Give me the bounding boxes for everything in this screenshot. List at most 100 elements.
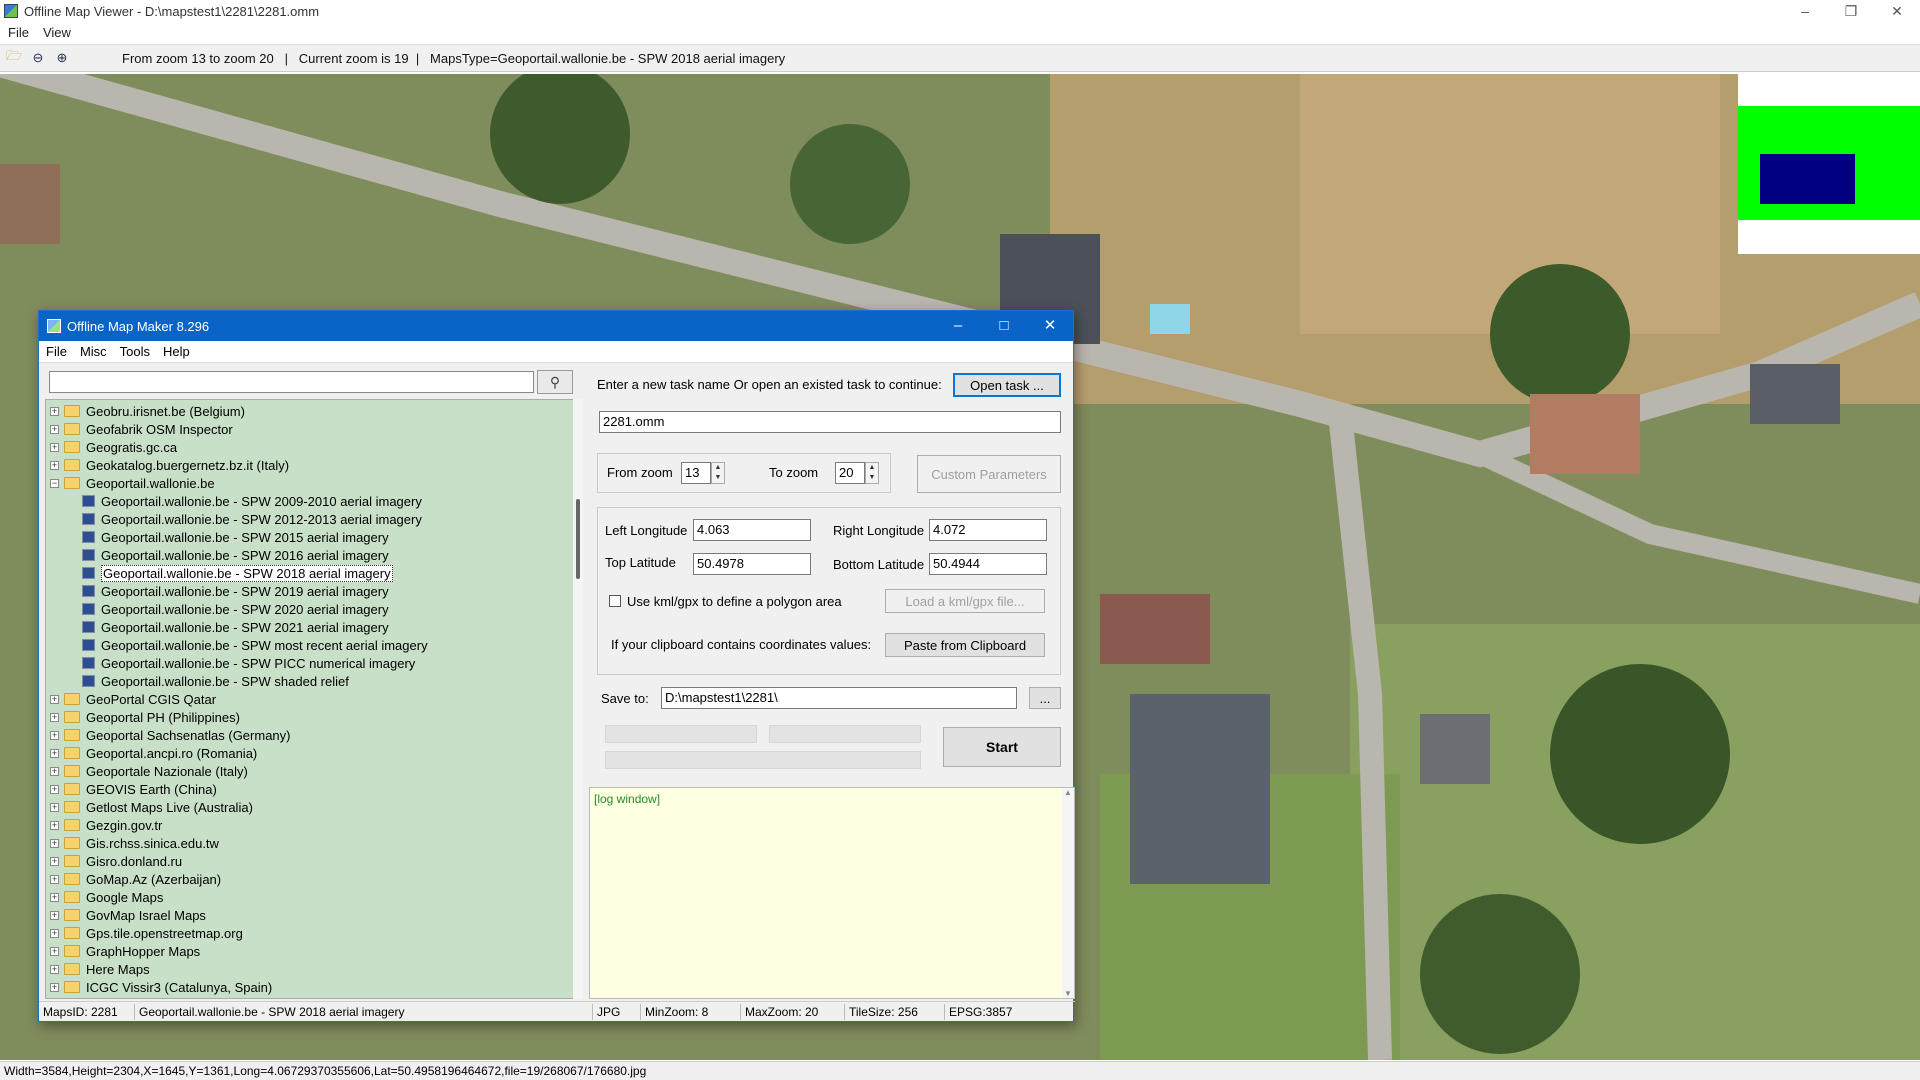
dialog-menu-file[interactable]: File xyxy=(46,344,67,359)
tree-item[interactable]: + Geokatalog.buergernetz.bz.it (Italy) xyxy=(50,456,289,474)
expand-icon[interactable]: + xyxy=(50,928,59,938)
expand-icon[interactable]: + xyxy=(50,892,59,902)
expand-icon[interactable]: + xyxy=(50,910,59,920)
status-min-zoom: MinZoom: 8 xyxy=(641,1003,741,1020)
browse-button[interactable]: ... xyxy=(1029,687,1061,709)
map-layer-icon xyxy=(82,675,95,687)
dialog-menu-tools[interactable]: Tools xyxy=(120,344,150,359)
tree-item[interactable]: + Geobru.irisnet.be (Belgium) xyxy=(50,402,245,420)
load-kml-button[interactable]: Load a kml/gpx file... xyxy=(885,589,1045,613)
dialog-menu-misc[interactable]: Misc xyxy=(80,344,107,359)
tree-item[interactable]: + Geoportal PH (Philippines) xyxy=(50,708,240,726)
close-icon[interactable]: ✕ xyxy=(1874,0,1920,22)
tree-item[interactable]: Geoportail.wallonie.be - SPW 2016 aerial… xyxy=(82,546,389,564)
tree-item[interactable]: + Getlost Maps Live (Australia) xyxy=(50,798,253,816)
tree-item[interactable]: + GEOVIS Earth (China) xyxy=(50,780,217,798)
zoom-out-icon[interactable]: ⊖ xyxy=(28,48,48,68)
tree-item[interactable]: + ICGC Vissir3 (Catalunya, Spain) xyxy=(50,978,272,996)
tree-item[interactable]: Geoportail.wallonie.be - SPW 2012-2013 a… xyxy=(82,510,422,528)
tree-item[interactable]: Geoportail.wallonie.be - SPW 2015 aerial… xyxy=(82,528,389,546)
zoom-in-icon[interactable]: ⊕ xyxy=(52,48,72,68)
kml-checkbox[interactable] xyxy=(609,595,621,607)
tree-item[interactable]: + Geoportal Sachsenatlas (Germany) xyxy=(50,726,290,744)
minimize-icon[interactable]: – xyxy=(1782,0,1828,22)
left-longitude-input[interactable]: 4.063 xyxy=(693,519,811,541)
search-icon[interactable]: ⚲ xyxy=(537,370,573,394)
expand-icon[interactable]: + xyxy=(50,748,59,758)
tree-scroll-thumb[interactable] xyxy=(576,499,580,579)
tree-item[interactable]: Geoportail.wallonie.be - SPW 2021 aerial… xyxy=(82,618,389,636)
dialog-close-icon[interactable]: ✕ xyxy=(1027,311,1073,341)
from-zoom-spinner[interactable]: ▲ ▼ xyxy=(711,462,725,484)
start-button[interactable]: Start xyxy=(943,727,1061,767)
tree-item[interactable]: + Gezgin.gov.tr xyxy=(50,816,162,834)
expand-icon[interactable]: + xyxy=(50,856,59,866)
to-zoom-input[interactable]: 20 xyxy=(835,462,865,484)
tree-item[interactable]: Geoportail.wallonie.be - SPW most recent… xyxy=(82,636,428,654)
menu-view[interactable]: View xyxy=(43,25,71,40)
dialog-minimize-icon[interactable]: – xyxy=(935,311,981,341)
dialog-maximize-icon[interactable]: □ xyxy=(981,311,1027,341)
tree-item[interactable]: Geoportail.wallonie.be - SPW 2019 aerial… xyxy=(82,582,389,600)
restore-icon[interactable]: ❐ xyxy=(1828,0,1874,22)
expand-icon[interactable]: + xyxy=(50,442,59,452)
to-zoom-spinner[interactable]: ▲ ▼ xyxy=(865,462,879,484)
folder-icon xyxy=(64,909,80,921)
tree-item[interactable]: Geoportail.wallonie.be - SPW PICC numeri… xyxy=(82,654,415,672)
expand-icon[interactable]: + xyxy=(50,946,59,956)
tree-item[interactable]: − Geoportail.wallonie.be xyxy=(50,474,215,492)
tree-item[interactable]: Geoportail.wallonie.be - SPW 2018 aerial… xyxy=(82,564,393,582)
overview-minimap[interactable] xyxy=(1738,74,1920,254)
custom-parameters-button[interactable]: Custom Parameters xyxy=(917,455,1061,493)
expand-icon[interactable]: + xyxy=(50,424,59,434)
expand-icon[interactable]: + xyxy=(50,766,59,776)
right-longitude-input[interactable]: 4.072 xyxy=(929,519,1047,541)
search-input[interactable] xyxy=(49,371,534,393)
save-to-input[interactable]: D:\mapstest1\2281\ xyxy=(661,687,1017,709)
tree-item[interactable]: + Geoportale Nazionale (Italy) xyxy=(50,762,248,780)
from-zoom-input[interactable]: 13 xyxy=(681,462,711,484)
tree-item[interactable]: + GeoPortal CGIS Qatar xyxy=(50,690,216,708)
expand-icon[interactable]: + xyxy=(50,730,59,740)
tree-item[interactable]: + Gis.rchss.sinica.edu.tw xyxy=(50,834,219,852)
tree-item[interactable]: Geoportail.wallonie.be - SPW 2020 aerial… xyxy=(82,600,389,618)
expand-icon[interactable]: + xyxy=(50,820,59,830)
tree-item[interactable]: + Gisro.donland.ru xyxy=(50,852,182,870)
bottom-latitude-input[interactable]: 50.4944 xyxy=(929,553,1047,575)
expand-icon[interactable]: + xyxy=(50,838,59,848)
task-name-input[interactable]: 2281.omm xyxy=(599,411,1061,433)
top-latitude-input[interactable]: 50.4978 xyxy=(693,553,811,575)
collapse-icon[interactable]: − xyxy=(50,478,59,488)
expand-icon[interactable]: + xyxy=(50,712,59,722)
open-task-button[interactable]: Open task ... xyxy=(953,373,1061,397)
overview-viewport[interactable] xyxy=(1760,154,1855,204)
expand-icon[interactable]: + xyxy=(50,802,59,812)
tree-item[interactable]: + Google Maps xyxy=(50,888,163,906)
tree-item[interactable]: + Here Maps xyxy=(50,960,150,978)
dialog-menu-help[interactable]: Help xyxy=(163,344,190,359)
tree-item[interactable]: + Geofabrik OSM Inspector xyxy=(50,420,233,438)
tree-item[interactable]: + GovMap Israel Maps xyxy=(50,906,206,924)
log-scrollbar[interactable]: ▲ ▼ xyxy=(1062,788,1074,998)
expand-icon[interactable]: + xyxy=(50,694,59,704)
tree-item[interactable]: + Gps.tile.openstreetmap.org xyxy=(50,924,243,942)
tree-item[interactable]: + Geogratis.gc.ca xyxy=(50,438,177,456)
expand-icon[interactable]: + xyxy=(50,406,59,416)
tree-item[interactable]: Geoportail.wallonie.be - SPW shaded reli… xyxy=(82,672,349,690)
tree-item[interactable]: Geoportail.wallonie.be - SPW 2009-2010 a… xyxy=(82,492,422,510)
paste-clipboard-button[interactable]: Paste from Clipboard xyxy=(885,633,1045,657)
tree-item[interactable]: + GraphHopper Maps xyxy=(50,942,200,960)
tree-item-label: Geoportale Nazionale (Italy) xyxy=(86,763,248,779)
menu-file[interactable]: File xyxy=(8,25,29,40)
expand-icon[interactable]: + xyxy=(50,460,59,470)
open-folder-icon[interactable]: 🗁 xyxy=(4,48,24,68)
tree-item[interactable]: + Geoportal.ancpi.ro (Romania) xyxy=(50,744,257,762)
log-window[interactable]: [log window] ▲ ▼ xyxy=(589,787,1075,999)
maps-tree[interactable]: + Geobru.irisnet.be (Belgium) + Geofabrik O… xyxy=(45,399,579,999)
expand-icon[interactable]: + xyxy=(50,982,59,992)
expand-icon[interactable]: + xyxy=(50,874,59,884)
expand-icon[interactable]: + xyxy=(50,964,59,974)
tree-item[interactable]: + GoMap.Az (Azerbaijan) xyxy=(50,870,221,888)
tree-scrollbar[interactable] xyxy=(573,399,583,999)
expand-icon[interactable]: + xyxy=(50,784,59,794)
